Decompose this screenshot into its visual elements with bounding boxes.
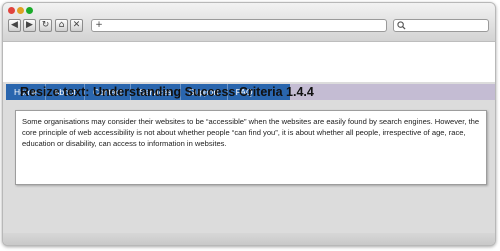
browser-toolbar: ◀ ▶ ↻ ⌂ ✕ + — [3, 3, 495, 42]
close-icon: ✕ — [72, 20, 81, 30]
forward-arrow-icon: ▶ — [26, 20, 33, 30]
content-box: Some organisations may consider their we… — [15, 110, 487, 185]
new-tab-button[interactable]: + — [94, 20, 104, 31]
web-page: Home About Contact Services Support FAQ … — [3, 42, 495, 245]
maximize-window-button[interactable] — [26, 7, 33, 14]
reload-button[interactable]: ↻ — [39, 19, 52, 32]
home-button[interactable]: ⌂ — [55, 19, 68, 32]
home-icon: ⌂ — [58, 20, 65, 30]
minimize-window-button[interactable] — [17, 7, 24, 14]
browser-window: ◀ ▶ ↻ ⌂ ✕ + Home About Contact Services — [2, 2, 496, 246]
search-input[interactable] — [393, 19, 489, 32]
forward-button[interactable]: ▶ — [23, 19, 36, 32]
back-button[interactable]: ◀ — [8, 19, 21, 32]
site-header — [3, 42, 495, 82]
page-title: Resize text: Understanding Success Crite… — [20, 85, 314, 99]
address-bar[interactable]: + — [91, 19, 387, 32]
search-icon — [397, 21, 406, 30]
status-bar — [3, 233, 495, 245]
stop-button[interactable]: ✕ — [70, 19, 83, 32]
back-arrow-icon: ◀ — [11, 20, 18, 30]
reload-icon: ↻ — [41, 20, 50, 30]
plus-icon: + — [95, 20, 103, 30]
close-window-button[interactable] — [8, 7, 15, 14]
content-text: Some organisations may consider their we… — [22, 117, 480, 148]
